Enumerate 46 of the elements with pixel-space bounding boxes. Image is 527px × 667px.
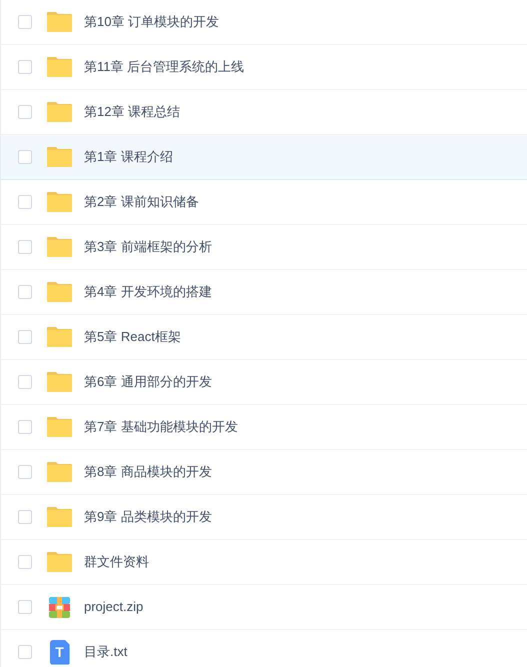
checkbox[interactable]	[18, 600, 32, 614]
folder-icon	[46, 191, 73, 213]
file-name[interactable]: 第5章 React框架	[84, 327, 181, 347]
file-name[interactable]: 第10章 订单模块的开发	[84, 12, 220, 32]
folder-icon	[46, 326, 73, 348]
file-name[interactable]: 第2章 课前知识储备	[84, 192, 199, 212]
folder-icon	[46, 11, 73, 33]
checkbox[interactable]	[18, 555, 32, 569]
folder-icon	[46, 281, 73, 303]
file-name[interactable]: 第7章 基础功能模块的开发	[84, 417, 238, 437]
file-name[interactable]: 目录.txt	[84, 642, 128, 662]
file-name[interactable]: 第9章 品类模块的开发	[84, 507, 212, 527]
folder-icon	[46, 101, 73, 123]
checkbox[interactable]	[18, 420, 32, 434]
checkbox[interactable]	[18, 645, 32, 659]
folder-icon	[46, 56, 73, 78]
checkbox[interactable]	[18, 240, 32, 254]
file-name[interactable]: 第3章 前端框架的分析	[84, 237, 212, 257]
file-name[interactable]: 第4章 开发环境的搭建	[84, 282, 212, 302]
file-name[interactable]: 第11章 后台管理系统的上线	[84, 57, 244, 77]
text-file-icon: T	[50, 640, 70, 664]
checkbox[interactable]	[18, 105, 32, 119]
folder-icon	[46, 461, 73, 483]
file-name[interactable]: 第12章 课程总结	[84, 102, 180, 122]
checkbox[interactable]	[18, 15, 32, 29]
folder-icon	[46, 146, 73, 168]
checkbox[interactable]	[18, 60, 32, 74]
folder-icon	[46, 551, 73, 573]
folder-icon	[46, 506, 73, 528]
checkbox[interactable]	[18, 375, 32, 389]
file-row[interactable]: 第1章 课程介绍	[1, 135, 527, 180]
file-name[interactable]: project.zip	[84, 597, 144, 617]
checkbox[interactable]	[18, 510, 32, 524]
folder-icon	[46, 371, 73, 393]
file-name[interactable]: 群文件资料	[84, 552, 149, 572]
file-name[interactable]: 第1章 课程介绍	[84, 147, 173, 167]
checkbox[interactable]	[18, 330, 32, 344]
checkbox[interactable]	[18, 150, 32, 164]
file-name[interactable]: 第8章 商品模块的开发	[84, 462, 212, 482]
folder-icon	[46, 236, 73, 258]
archive-icon	[49, 596, 70, 618]
checkbox[interactable]	[18, 285, 32, 299]
checkbox[interactable]	[18, 465, 32, 479]
file-name[interactable]: 第6章 通用部分的开发	[84, 372, 212, 392]
checkbox[interactable]	[18, 195, 32, 209]
folder-icon	[46, 416, 73, 438]
